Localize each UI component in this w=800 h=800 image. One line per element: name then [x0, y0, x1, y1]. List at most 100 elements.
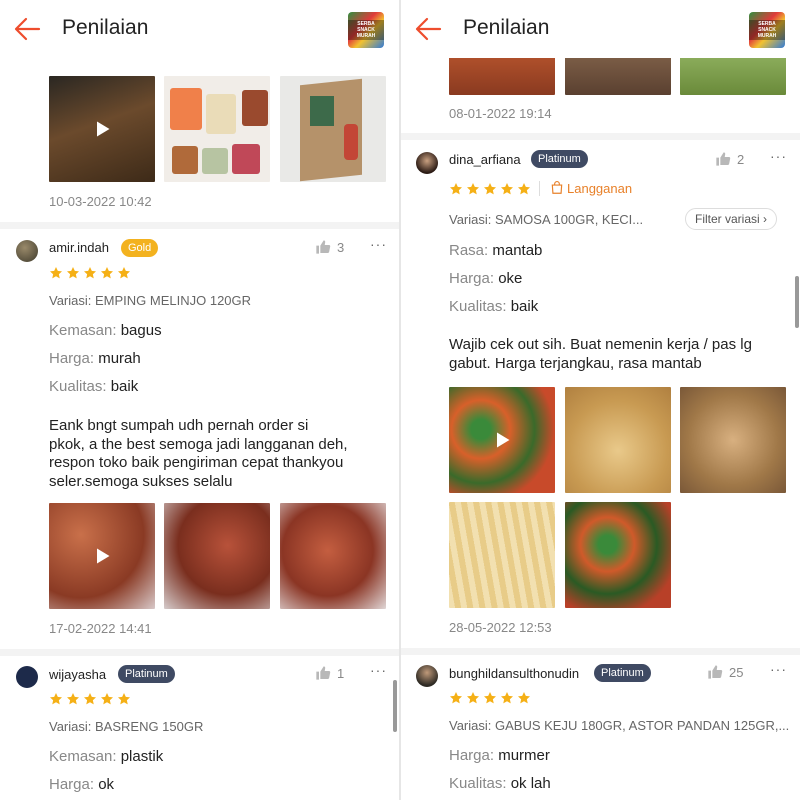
star-icon [517, 182, 531, 196]
star-icon [483, 182, 497, 196]
more-dots-icon[interactable]: ··· [370, 662, 387, 678]
attribute-line: Kualitas: baik [49, 378, 138, 395]
scrollbar[interactable] [795, 276, 799, 328]
attribute-key: Kualitas: [449, 775, 507, 792]
attribute-value: mantab [492, 242, 543, 259]
star-rating [49, 266, 131, 280]
shop-logo-text: SERBA SNACK MURAH [348, 20, 384, 40]
review-video-thumbnail[interactable] [449, 387, 555, 493]
review-video-thumbnail[interactable] [49, 76, 155, 182]
review-photo[interactable] [164, 503, 270, 609]
attribute-key: Kemasan: [49, 322, 117, 339]
star-rating [49, 692, 131, 706]
reviewer-username[interactable]: bunghildansulthonudin [449, 666, 579, 681]
reviewer-username[interactable]: amir.indah [49, 240, 109, 255]
review-video-thumbnail[interactable] [49, 503, 155, 609]
more-dots-icon[interactable]: ··· [770, 148, 787, 164]
attribute-line: Kualitas: ok lah [449, 775, 551, 792]
filter-variant-button[interactable]: Filter variasi › [685, 208, 778, 230]
attribute-key: Rasa: [449, 242, 489, 259]
attribute-key: Kualitas: [449, 298, 507, 315]
review-date: 10-03-2022 10:42 [49, 194, 152, 209]
divider [401, 133, 800, 140]
thumbs-up-icon [707, 664, 723, 680]
star-icon [83, 692, 97, 706]
variant-label: Variasi: GABUS KEJU 180GR, ASTOR PANDAN … [449, 718, 790, 733]
top-bar: Penilaian SERBA SNACK MURAH [401, 0, 800, 58]
avatar[interactable] [16, 666, 38, 688]
like-button[interactable]: 1 [315, 665, 344, 681]
platinum-badge: Platinum [118, 665, 175, 683]
top-bar: Penilaian SERBA SNACK MURAH [0, 0, 399, 58]
attribute-value: baik [110, 378, 139, 395]
bag-icon [551, 181, 563, 194]
variant-label: Variasi: EMPING MELINJO 120GR [49, 293, 252, 308]
star-rating [449, 691, 531, 705]
reviewer-username[interactable]: wijayasha [49, 667, 106, 682]
star-icon [49, 266, 63, 280]
review-text-line: gabut. Harga terjangkau, rasa mantab [449, 354, 702, 372]
shop-logo[interactable]: SERBA SNACK MURAH [749, 12, 785, 48]
attribute-key: Harga: [449, 270, 495, 287]
attribute-value: baik [510, 298, 539, 315]
play-icon [92, 546, 112, 566]
review-photo[interactable] [565, 387, 671, 493]
page-title: Penilaian [62, 16, 149, 39]
left-review-screen: Penilaian SERBA SNACK MURAH 10-03-2022 1… [0, 0, 399, 800]
divider [0, 222, 399, 229]
back-arrow-icon[interactable] [413, 14, 443, 44]
attribute-line: Kemasan: bagus [49, 322, 162, 339]
platinum-badge: Platinum [531, 150, 588, 168]
scrollbar[interactable] [393, 680, 397, 732]
star-icon [100, 692, 114, 706]
attribute-key: Kualitas: [49, 378, 107, 395]
platinum-badge: Platinum [594, 664, 651, 682]
like-button[interactable]: 25 [707, 664, 743, 680]
attribute-line: Kemasan: plastik [49, 748, 163, 765]
review-date: 28-05-2022 12:53 [449, 620, 552, 635]
back-arrow-icon[interactable] [12, 14, 42, 44]
star-icon [117, 266, 131, 280]
star-icon [117, 692, 131, 706]
star-rating [449, 182, 531, 196]
more-dots-icon[interactable]: ··· [770, 661, 787, 677]
page-title: Penilaian [463, 16, 550, 39]
avatar[interactable] [416, 665, 438, 687]
review-photo[interactable] [449, 502, 555, 608]
star-icon [66, 266, 80, 280]
review-date: 08-01-2022 19:14 [449, 106, 552, 121]
attribute-line: Harga: ok [49, 776, 114, 793]
review-text: Eank bngt sumpah udh pernah order si pko… [49, 417, 348, 491]
star-icon [500, 691, 514, 705]
review-photo[interactable] [280, 76, 386, 182]
like-button[interactable]: 3 [315, 239, 344, 255]
shop-logo[interactable]: SERBA SNACK MURAH [348, 12, 384, 48]
review-photo[interactable] [164, 76, 270, 182]
attribute-line: Harga: murah [49, 350, 141, 367]
star-icon [466, 691, 480, 705]
more-dots-icon[interactable]: ··· [370, 236, 387, 252]
attribute-key: Harga: [49, 350, 95, 367]
star-icon [49, 692, 63, 706]
review-photo[interactable] [280, 503, 386, 609]
star-icon [500, 182, 514, 196]
like-button[interactable]: 2 [715, 151, 744, 167]
review-text-line: pkok, a the best semoga jadi langganan d… [49, 435, 348, 453]
review-text-line: seler.semoga sukses selalu [49, 472, 233, 490]
like-count: 25 [729, 665, 744, 680]
like-count: 1 [337, 666, 345, 681]
star-icon [466, 182, 480, 196]
attribute-value: ok [98, 776, 115, 793]
review-text-line: Wajib cek out sih. Buat nemenin kerja / … [449, 336, 752, 353]
avatar[interactable] [416, 152, 438, 174]
reviewer-username[interactable]: dina_arfiana [449, 152, 521, 167]
avatar[interactable] [16, 240, 38, 262]
attribute-line: Harga: murmer [449, 747, 550, 764]
thumbs-up-icon [715, 151, 731, 167]
review-photo[interactable] [680, 387, 786, 493]
attribute-line: Kualitas: baik [449, 298, 538, 315]
divider [401, 648, 800, 655]
review-photo[interactable] [565, 502, 671, 608]
divider [0, 649, 399, 656]
review-text-line: respon toko baik pengiriman cepat thanky… [49, 454, 344, 471]
